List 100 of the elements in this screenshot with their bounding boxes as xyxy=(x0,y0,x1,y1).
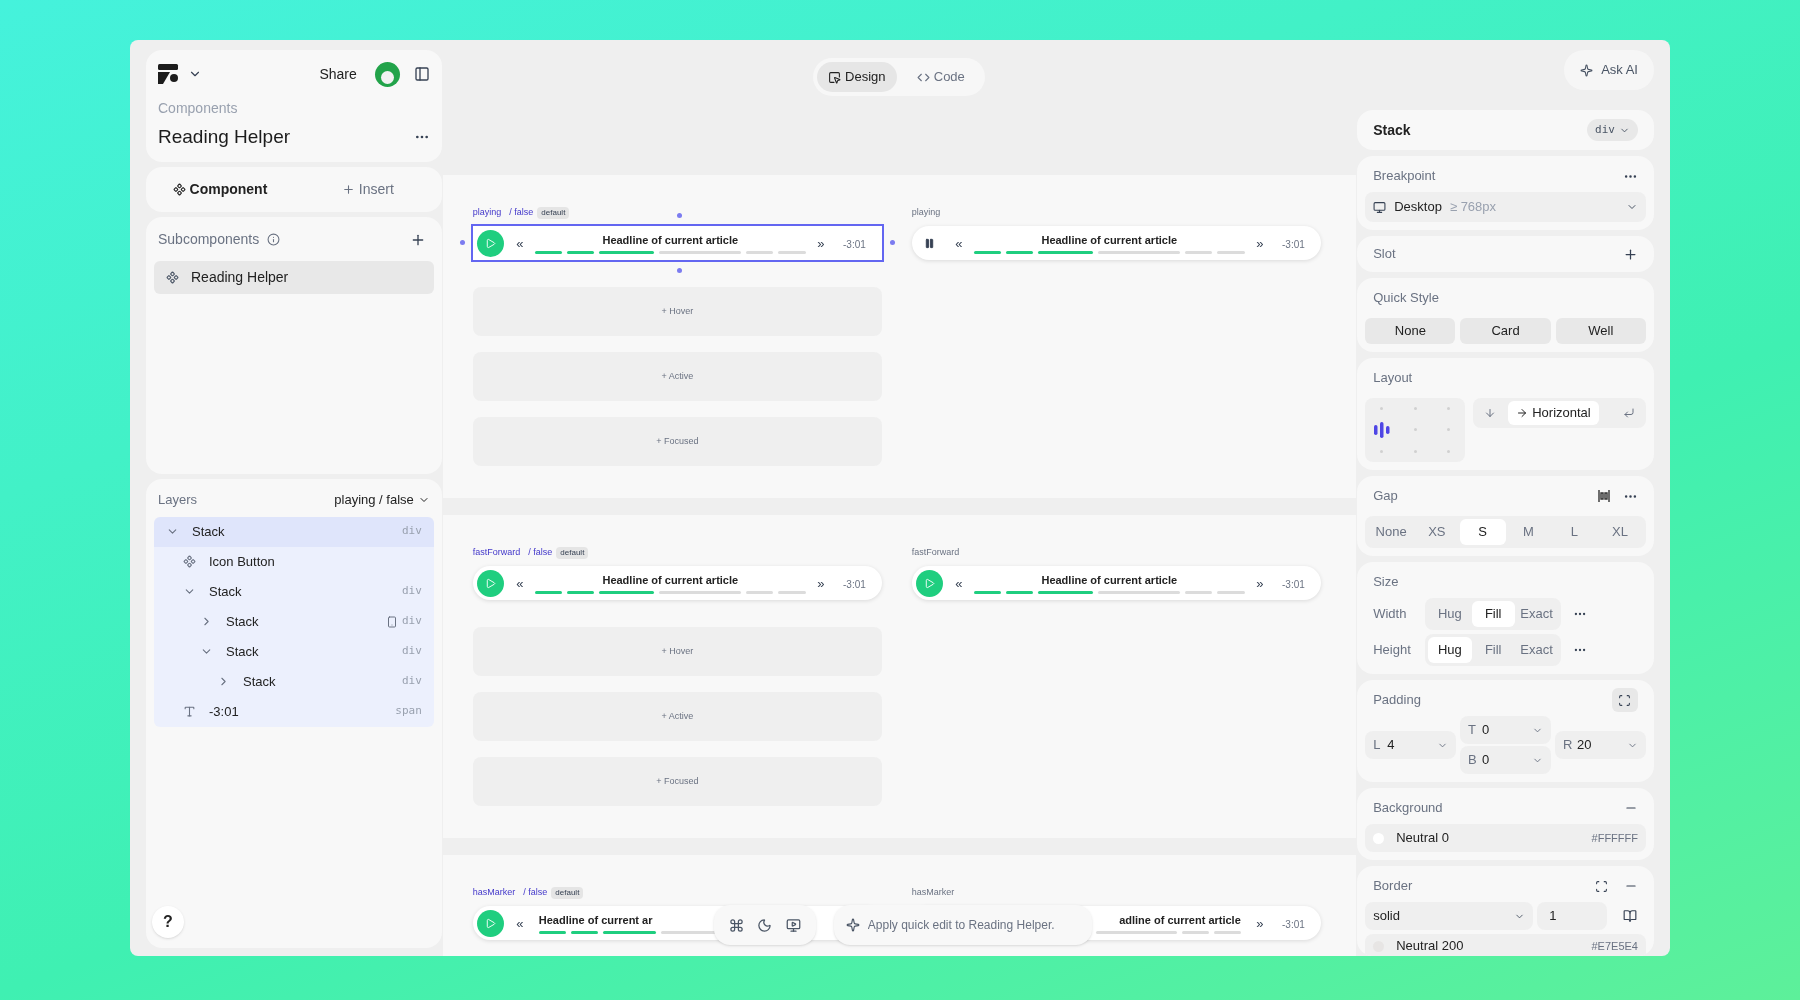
sidebar-toggle-icon[interactable] xyxy=(413,66,430,82)
avatar[interactable] xyxy=(374,61,400,87)
segment-option[interactable]: XL xyxy=(1597,519,1643,545)
segment-option[interactable]: Fill xyxy=(1471,637,1515,663)
border-style-dropdown[interactable]: solid xyxy=(1365,902,1534,930)
state-placeholder[interactable]: + Focused xyxy=(472,757,882,806)
rewind-button[interactable]: « xyxy=(955,236,963,251)
segment-option[interactable]: Exact xyxy=(1514,601,1559,627)
state-placeholder[interactable]: + Hover xyxy=(472,287,882,336)
padding-field[interactable]: L 4 xyxy=(1365,731,1457,759)
padding-field[interactable]: T 0 xyxy=(1460,716,1552,744)
segment-option[interactable]: M xyxy=(1505,519,1552,545)
quick-style-option[interactable]: None xyxy=(1365,318,1456,344)
layer-row[interactable]: -3:01 span xyxy=(154,696,434,727)
variant-value: / false xyxy=(523,886,548,900)
state-placeholder[interactable]: + Hover xyxy=(472,627,882,676)
gap-icon[interactable] xyxy=(1597,489,1611,503)
padding-field[interactable]: R 20 xyxy=(1555,731,1646,759)
forward-button[interactable]: » xyxy=(1256,576,1264,591)
color-field[interactable]: Neutral 0 #FFFFFF xyxy=(1365,824,1646,852)
rewind-button[interactable]: « xyxy=(516,576,524,591)
quick-style-option[interactable]: Well xyxy=(1555,318,1646,344)
help-button[interactable]: ? xyxy=(152,906,184,938)
segment-option[interactable]: None xyxy=(1368,519,1414,545)
segment-option[interactable]: Exact xyxy=(1514,637,1559,663)
section-title: Layers xyxy=(158,490,199,509)
direction-option[interactable]: Horizontal xyxy=(1508,401,1599,425)
play-button[interactable] xyxy=(916,569,944,597)
state-placeholder[interactable]: + Focused xyxy=(472,417,882,466)
forward-button[interactable]: » xyxy=(817,576,825,591)
layer-row[interactable]: Stack div xyxy=(154,576,434,607)
resize-handle[interactable] xyxy=(677,268,683,273)
forward-button[interactable]: » xyxy=(1256,236,1264,251)
layer-row[interactable]: Stack div xyxy=(154,516,434,547)
size-label: Width xyxy=(1373,605,1408,624)
pause-icon[interactable] xyxy=(924,237,936,249)
segment-option[interactable]: Hug xyxy=(1428,601,1472,627)
ask-ai-button[interactable]: Ask AI xyxy=(1564,50,1654,90)
monitor-icon[interactable] xyxy=(785,917,801,933)
side-label: T xyxy=(1468,721,1478,740)
moon-icon[interactable] xyxy=(757,917,773,933)
layer-name: Icon Button xyxy=(209,552,275,571)
panel-tab[interactable]: Component xyxy=(146,178,294,200)
segment-option[interactable]: XS xyxy=(1414,519,1460,545)
segment-option[interactable]: L xyxy=(1551,519,1598,545)
resize-handle[interactable] xyxy=(459,240,465,245)
play-button[interactable] xyxy=(477,569,505,597)
panel-tab[interactable]: Insert xyxy=(293,178,442,200)
section-title: Subcomponents xyxy=(158,230,260,249)
forward-button[interactable]: » xyxy=(817,236,825,251)
resize-handle[interactable] xyxy=(677,213,683,218)
play-button[interactable] xyxy=(477,909,505,937)
layer-row[interactable]: Icon Button xyxy=(154,546,434,577)
padding-mode-button[interactable] xyxy=(1612,688,1638,712)
resize-handle[interactable] xyxy=(889,240,895,245)
command-icon[interactable] xyxy=(728,917,744,933)
state-placeholder[interactable]: + Active xyxy=(472,352,882,401)
quick-style-option[interactable]: Card xyxy=(1460,318,1551,344)
section-title: Padding xyxy=(1373,691,1422,710)
variant-label: fastForward xyxy=(911,546,960,560)
rewind-button[interactable]: « xyxy=(516,236,524,251)
quick-edit-input[interactable]: Apply quick edit to Reading Helper. xyxy=(867,916,1080,934)
tag-dropdown[interactable]: div xyxy=(1587,119,1638,141)
share-button[interactable]: Share xyxy=(319,63,357,85)
component-icon xyxy=(172,182,186,196)
forward-button[interactable]: » xyxy=(1256,916,1264,931)
layer-tag: div xyxy=(401,643,422,660)
quick-edit-field[interactable]: Apply quick edit to Reading Helper. xyxy=(833,905,1092,945)
play-icon xyxy=(924,577,936,589)
layer-tag: div xyxy=(401,613,422,630)
segment-option[interactable]: S xyxy=(1459,519,1506,545)
play-button[interactable] xyxy=(477,229,505,257)
layer-row[interactable]: Stack div xyxy=(154,606,434,637)
section-title: Gap xyxy=(1373,487,1399,506)
default-badge: default xyxy=(551,887,584,899)
state-placeholder[interactable]: + Active xyxy=(472,692,882,741)
variant-dropdown[interactable]: playing / false xyxy=(334,489,430,510)
rewind-button[interactable]: « xyxy=(955,576,963,591)
layer-row[interactable]: Stack div xyxy=(154,666,434,697)
border-sides-icon[interactable] xyxy=(1595,879,1608,893)
align-bars-icon[interactable] xyxy=(1372,422,1391,438)
mode-tab[interactable]: Code xyxy=(900,62,981,92)
segment-option[interactable]: Hug xyxy=(1428,637,1472,663)
layer-row[interactable]: Stack div xyxy=(154,636,434,667)
info-icon[interactable] xyxy=(267,233,281,246)
add-icon[interactable] xyxy=(1623,246,1638,262)
subcomponent-item[interactable]: Reading Helper xyxy=(154,260,434,294)
monitor-icon xyxy=(1373,200,1387,214)
breakpoint-dropdown[interactable]: Desktop ≥ 768px xyxy=(1365,192,1646,222)
padding-field[interactable]: B 0 xyxy=(1460,746,1552,774)
color-field[interactable]: Neutral 200 #E7E5E4 xyxy=(1365,934,1646,956)
segment-option[interactable]: Fill xyxy=(1471,601,1515,627)
mode-tab[interactable]: Design xyxy=(816,62,897,92)
headline-text: Headline of current article xyxy=(602,572,739,588)
border-width-field[interactable]: 1 xyxy=(1537,902,1608,930)
book-icon[interactable] xyxy=(1623,909,1638,923)
wrap-icon[interactable] xyxy=(1623,407,1635,419)
color-name: Neutral 0 xyxy=(1396,829,1450,848)
rewind-button[interactable]: « xyxy=(516,916,524,931)
variant-label: playing xyxy=(911,206,941,220)
